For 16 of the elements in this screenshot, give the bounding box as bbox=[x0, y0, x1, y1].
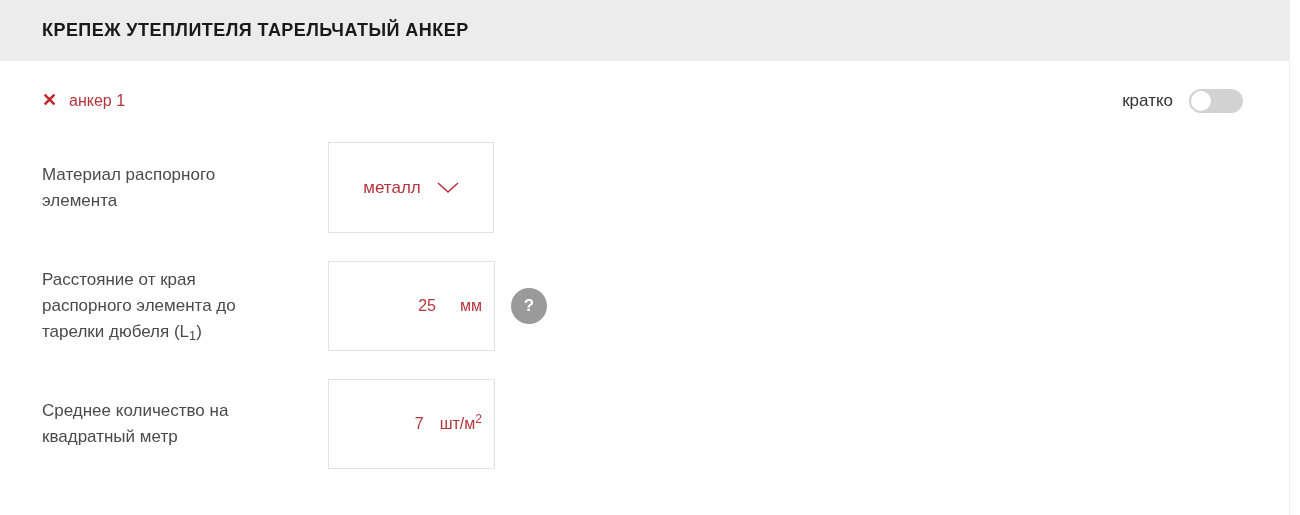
field-value: 7 bbox=[414, 414, 424, 434]
unit-label: мм bbox=[459, 296, 482, 316]
unit-label: шт/м$^{2}$ bbox=[439, 412, 482, 434]
field-label: Расстояние от края распорного элемента до тарелки дюбеля (L$_{1}$) bbox=[42, 269, 237, 345]
field-value: 25 bbox=[418, 296, 436, 316]
toggle-label: кратко bbox=[1122, 89, 1173, 112]
brief-toggle[interactable] bbox=[1189, 88, 1243, 113]
chevron-down-icon bbox=[436, 181, 459, 194]
field-label: Среднее количество на квадратный метр bbox=[42, 400, 230, 448]
anchor-name: анкер 1 bbox=[69, 90, 126, 111]
section-title: КРЕПЕЖ УТЕПЛИТЕЛЯ ТАРЕЛЬЧАТЫЙ АНКЕР bbox=[42, 18, 469, 42]
material-select[interactable]: металл bbox=[328, 142, 494, 233]
number-field[interactable]: 7 шт/м$^{2}$ bbox=[328, 379, 495, 469]
field-label: Материал распорного элемента bbox=[42, 163, 217, 212]
number-field[interactable]: 25 мм bbox=[328, 261, 495, 351]
remove-icon[interactable]: ✕ bbox=[42, 87, 57, 114]
